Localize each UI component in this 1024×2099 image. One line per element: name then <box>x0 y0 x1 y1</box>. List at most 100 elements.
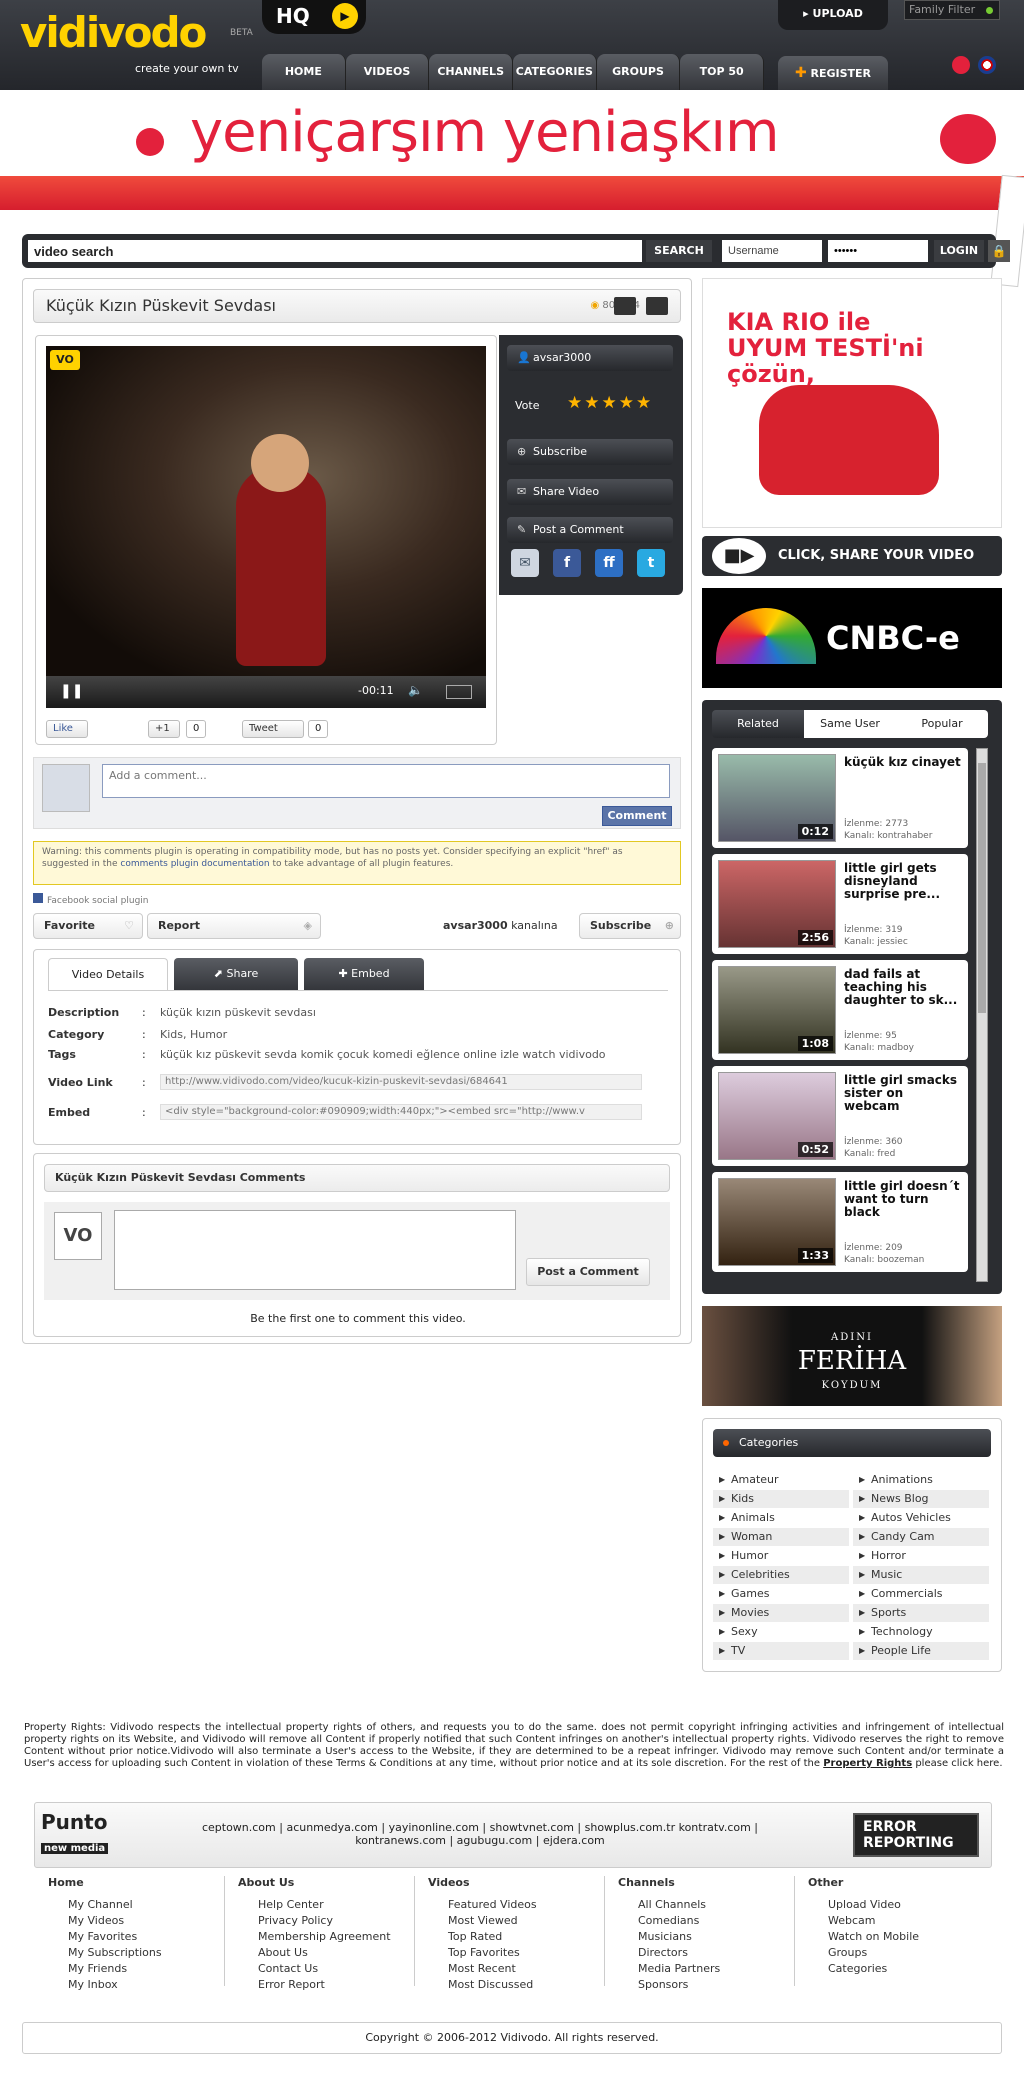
category-link[interactable]: ▶ Humor <box>713 1547 849 1565</box>
list-item[interactable]: 0:52 little girl smacks sister on webcam… <box>712 1066 968 1166</box>
nav-groups[interactable]: GROUPS <box>596 54 681 90</box>
tags-value[interactable]: küçük kız püskevit sevda komik çocuk kom… <box>160 1048 606 1061</box>
footer-column-title[interactable]: Home <box>48 1876 228 1898</box>
category-link[interactable]: ▶ Animals <box>713 1509 849 1527</box>
related-title[interactable]: little girl doesn´t want to turn black <box>844 1180 962 1219</box>
footer-link[interactable]: My Channel <box>48 1898 228 1914</box>
channel-value[interactable]: fred <box>877 1149 895 1159</box>
footer-link[interactable]: Error Report <box>238 1978 418 1994</box>
footer-link[interactable]: All Channels <box>618 1898 798 1914</box>
category-link[interactable]: ▶ People Life <box>853 1642 989 1660</box>
top-banner-ad[interactable]: yeniçarşım yeniaşkım <box>0 90 1024 210</box>
nav-top50[interactable]: TOP 50 <box>680 54 765 90</box>
video-thumbnail[interactable]: 0:52 <box>718 1072 836 1160</box>
channel-value[interactable]: madboy <box>877 1043 914 1053</box>
tab-share[interactable]: ⬈ Share <box>174 958 298 990</box>
footer-link[interactable]: Membership Agreement <box>238 1930 418 1946</box>
category-link[interactable]: ▶ Music <box>853 1566 989 1584</box>
punto-logo[interactable]: Punto new media <box>41 1811 131 1859</box>
email-icon[interactable]: ✉ <box>511 549 539 577</box>
footer-link[interactable]: Directors <box>618 1946 798 1962</box>
username-field[interactable] <box>722 240 822 262</box>
post-comment-submit[interactable]: Post a Comment <box>526 1258 650 1286</box>
list-item[interactable]: 2:56 little girl gets disneyland surpris… <box>712 854 968 954</box>
footer-link[interactable]: Categories <box>808 1962 988 1978</box>
turkish-flag-icon[interactable] <box>952 56 970 74</box>
footer-link[interactable]: Featured Videos <box>428 1898 608 1914</box>
tab-related[interactable]: Related <box>712 710 804 738</box>
category-link[interactable]: ▶ Amateur <box>713 1471 849 1489</box>
upload-button[interactable]: ▸ UPLOAD <box>778 0 888 30</box>
footer-link[interactable]: About Us <box>238 1946 418 1962</box>
comment-textarea[interactable] <box>114 1210 516 1290</box>
hq-button[interactable]: HQ ▶ <box>262 0 366 34</box>
category-link[interactable]: ▶ Games <box>713 1585 849 1603</box>
facebook-icon[interactable]: f <box>553 549 581 577</box>
footer-link[interactable]: My Subscriptions <box>48 1946 228 1962</box>
footer-link[interactable]: Media Partners <box>618 1962 798 1978</box>
facebook-like-button[interactable]: Like <box>46 720 88 738</box>
popout-icon[interactable] <box>614 297 636 315</box>
list-item[interactable]: 1:08 dad fails at teaching his daughter … <box>712 960 968 1060</box>
english-flag-icon[interactable] <box>977 56 996 74</box>
nav-categories[interactable]: CATEGORIES <box>513 54 597 90</box>
embed-code-field[interactable]: <div style="background-color:#090909;wid… <box>160 1104 642 1120</box>
footer-link[interactable]: Upload Video <box>808 1898 988 1914</box>
volume-icon[interactable]: 🔈 <box>408 683 423 697</box>
category-link[interactable]: ▶ Candy Cam <box>853 1528 989 1546</box>
category-link[interactable]: ▶ Sexy <box>713 1623 849 1641</box>
fullscreen-icon[interactable] <box>446 685 472 699</box>
scrollbar-thumb[interactable] <box>978 763 986 1013</box>
category-link[interactable]: ▶ Kids <box>713 1490 849 1508</box>
channel-value[interactable]: boozeman <box>877 1255 924 1265</box>
footer-column-title[interactable]: Channels <box>618 1876 798 1898</box>
error-reporting-button[interactable]: ERROR REPORTING <box>853 1813 979 1857</box>
register-button[interactable]: ✚ REGISTER NOW <box>778 56 888 114</box>
feriha-ad[interactable]: ADINI FERİHA KOYDUM <box>702 1306 1002 1406</box>
nav-channels[interactable]: CHANNELS <box>429 54 514 90</box>
click-share-banner[interactable]: ■▶ CLICK, SHARE YOUR VIDEO <box>702 536 1002 576</box>
post-comment-button[interactable]: ✎ Post a Comment <box>507 517 673 543</box>
footer-link[interactable]: Top Favorites <box>428 1946 608 1962</box>
footer-link[interactable]: My Inbox <box>48 1978 228 1994</box>
video-thumbnail[interactable]: 1:08 <box>718 966 836 1054</box>
tweet-button[interactable]: Tweet <box>242 720 304 738</box>
footer-link[interactable]: Comedians <box>618 1914 798 1930</box>
related-title[interactable]: little girl smacks sister on webcam <box>844 1074 962 1113</box>
kia-ad[interactable]: KIA RIO ile UYUM TESTİ'ni çözün, <box>702 278 1002 528</box>
footer-link[interactable]: Most Viewed <box>428 1914 608 1930</box>
password-field[interactable] <box>828 240 928 262</box>
footer-link[interactable]: Top Rated <box>428 1930 608 1946</box>
related-title[interactable]: little girl gets disneyland surprise pre… <box>844 862 962 901</box>
video-thumbnail[interactable]: 2:56 <box>718 860 836 948</box>
category-link[interactable]: ▶ Technology <box>853 1623 989 1641</box>
related-title[interactable]: küçük kız cinayet <box>844 756 962 769</box>
warning-doc-link[interactable]: comments plugin documentation <box>120 859 269 869</box>
site-logo[interactable]: vidivodo create your own tv BETA <box>20 10 253 80</box>
partner-links[interactable]: ceptown.com | acunmedya.com | yayinonlin… <box>185 1821 775 1847</box>
search-input[interactable] <box>28 240 642 262</box>
category-link[interactable]: ▶ Animations <box>853 1471 989 1489</box>
friendfeed-icon[interactable]: ff <box>595 549 623 577</box>
footer-link[interactable]: Most Discussed <box>428 1978 608 1994</box>
category-link[interactable]: ▶ News Blog <box>853 1490 989 1508</box>
tab-video-details[interactable]: Video Details <box>48 958 168 990</box>
category-link[interactable]: ▶ Woman <box>713 1528 849 1546</box>
footer-link[interactable]: My Videos <box>48 1914 228 1930</box>
login-button[interactable]: LOGIN <box>934 240 984 262</box>
list-item[interactable]: 1:33 little girl doesn´t want to turn bl… <box>712 1172 968 1272</box>
tab-same-user[interactable]: Same User <box>804 710 896 738</box>
tab-popular[interactable]: Popular <box>896 710 988 738</box>
footer-column-title[interactable]: Videos <box>428 1876 608 1898</box>
footer-column-title[interactable]: Other <box>808 1876 988 1898</box>
footer-link[interactable]: Privacy Policy <box>238 1914 418 1930</box>
property-rights-link[interactable]: Property Rights <box>823 1758 912 1769</box>
footer-link[interactable]: Most Recent <box>428 1962 608 1978</box>
report-button[interactable]: Report ◈ <box>147 913 321 939</box>
related-scrollbar[interactable] <box>976 748 988 1282</box>
category-link[interactable]: ▶ Sports <box>853 1604 989 1622</box>
category-link[interactable]: ▶ Autos Vehicles <box>853 1509 989 1527</box>
channel-value[interactable]: kontrahaber <box>877 831 932 841</box>
footer-link[interactable]: Help Center <box>238 1898 418 1914</box>
nav-home[interactable]: HOME <box>262 54 346 90</box>
